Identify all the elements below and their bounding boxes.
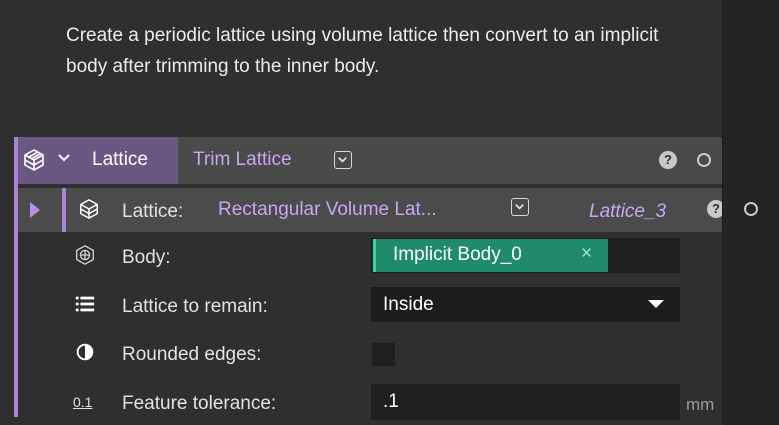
rounded-edges-checkbox[interactable] [372,343,395,366]
feature-tolerance-label: Feature tolerance: [122,393,277,414]
node-accent-bar [14,137,18,417]
half-circle-icon [76,343,94,361]
lattice-input-label: Lattice: [122,201,184,222]
tolerance-icon: 0.1 [73,394,93,410]
node-name-dropdown-icon[interactable] [334,151,352,169]
close-icon[interactable]: × [581,243,592,265]
tolerance-unit: mm [686,395,715,414]
properties-panel: Create a periodic lattice using volume l… [0,0,779,425]
node-type-label: Lattice [92,149,148,170]
lattice-remain-select[interactable]: Inside [371,287,680,322]
help-icon[interactable]: ? [659,151,677,169]
lattice-cube-icon [24,149,44,171]
feature-tolerance-value: .1 [383,391,399,412]
body-chip-label: Implicit Body_0 [393,244,522,265]
lattice-input-value[interactable]: Rectangular Volume Lat... [218,199,437,221]
lattice-remain-label: Lattice to remain: [122,296,268,317]
rounded-edges-label: Rounded edges: [122,344,262,365]
lattice-cube-icon [80,198,98,220]
node-name[interactable]: Trim Lattice [193,149,292,171]
status-ring-icon[interactable] [697,153,711,167]
expand-triangle-icon[interactable] [30,202,40,218]
list-icon [75,296,95,312]
caret-down-icon [648,300,664,308]
chevron-down-icon[interactable] [56,150,72,166]
body-mesh-icon [76,245,94,265]
node-description: Create a periodic lattice using volume l… [66,25,659,77]
input-accent-bar [62,188,66,232]
body-label: Body: [122,247,171,268]
body-chip[interactable]: Implicit Body_0 × [373,239,608,272]
feature-tolerance-input[interactable]: .1 [371,384,680,420]
status-ring-icon[interactable] [744,202,758,216]
lattice-remain-value: Inside [383,294,434,315]
lattice-input-dropdown-icon[interactable] [511,198,529,216]
lattice-variable-name[interactable]: Lattice_3 [589,201,666,223]
